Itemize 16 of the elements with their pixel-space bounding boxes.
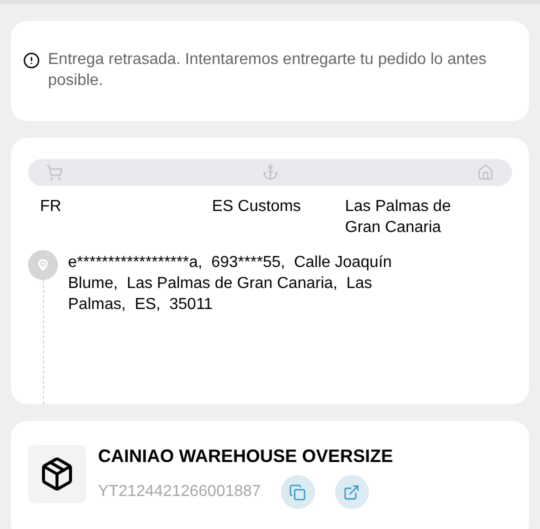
home-icon xyxy=(477,164,494,181)
open-link-button[interactable] xyxy=(334,475,369,509)
port-icon xyxy=(262,164,278,181)
package-icon xyxy=(28,445,86,503)
alert-icon xyxy=(23,52,40,69)
copy-icon xyxy=(289,484,306,500)
stage-label: ES Customs xyxy=(212,197,302,217)
delivery-address: e******************a, 693****55, Calle Joaquín Blume, Las Palmas de Gran Canaria, Las Palmas, ES, 35011 xyxy=(68,253,393,315)
external-link-icon xyxy=(343,484,360,500)
stage-label: Las Palmas de Gran Canaria xyxy=(345,197,452,238)
delay-notice: Entrega retrasada. Intentaremos entregarte tu pedido lo antes posible. xyxy=(48,50,488,91)
cart-icon xyxy=(46,164,63,181)
tracking-number: YT2124421266001887 xyxy=(98,482,261,502)
carrier-name: CAINIAO WAREHOUSE OVERSIZE xyxy=(98,445,394,467)
copy-button[interactable] xyxy=(280,475,315,509)
stage-label: FR xyxy=(39,197,62,217)
